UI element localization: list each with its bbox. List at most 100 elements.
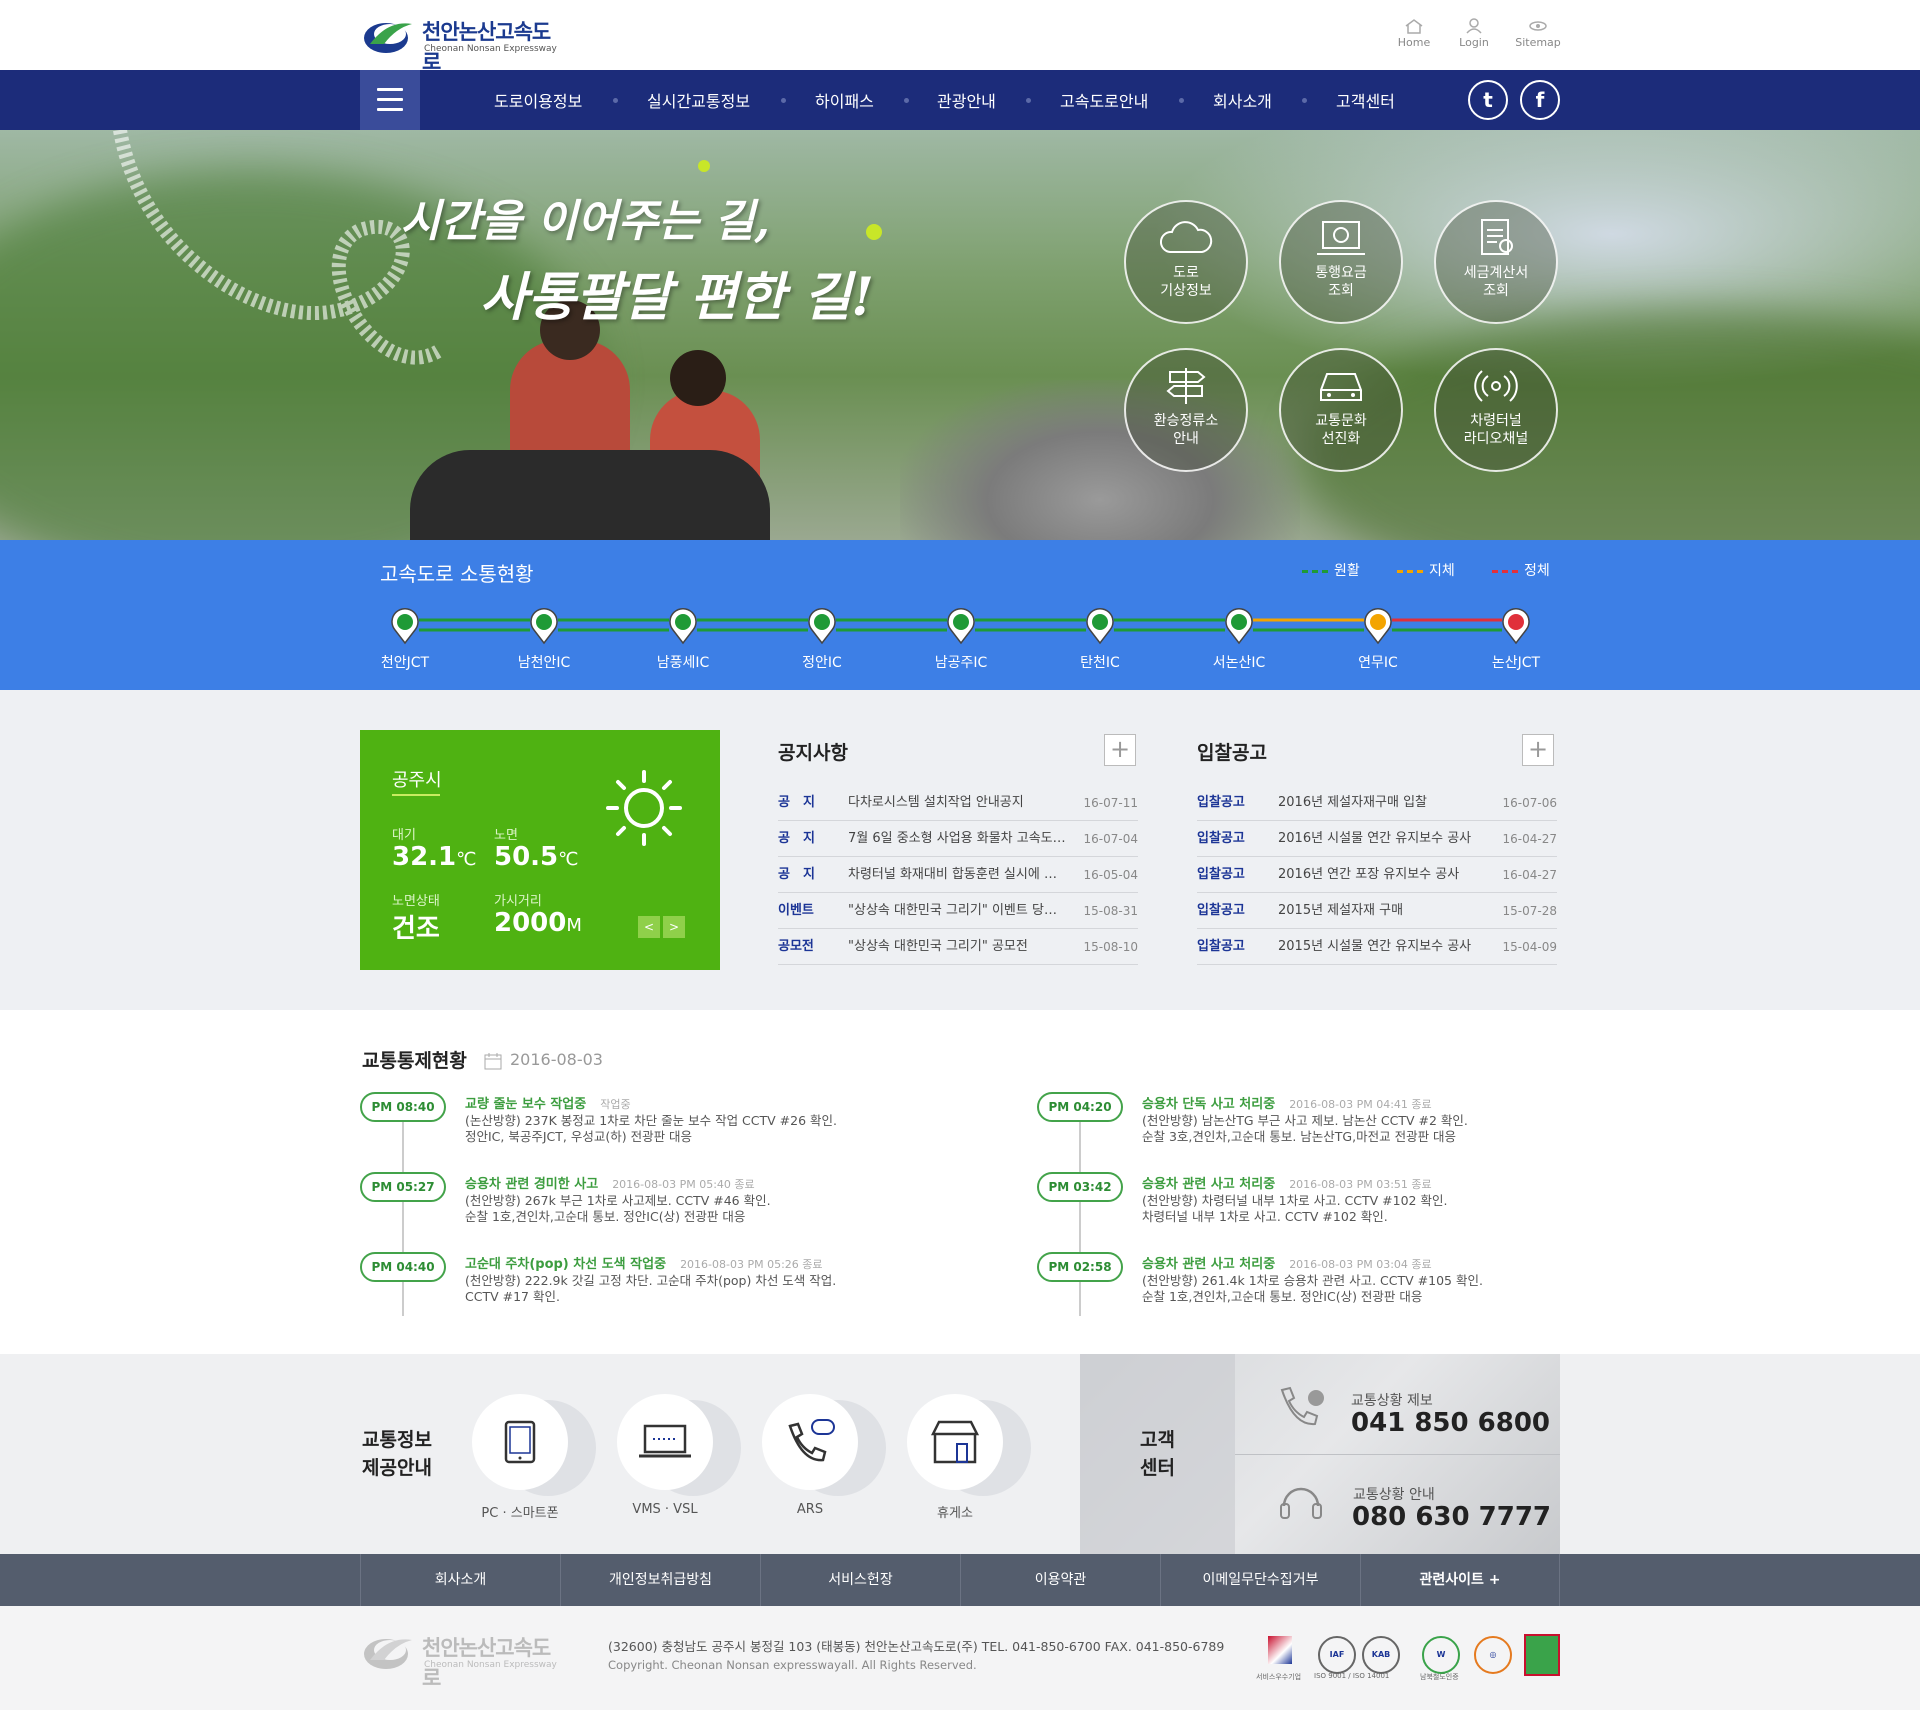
- row-subject: 2015년 제설자재 구매: [1278, 903, 1404, 918]
- ic-label[interactable]: 논산JCT: [1466, 652, 1566, 672]
- ic-label[interactable]: 탄천IC: [1050, 652, 1150, 672]
- quick-tunnel-radio[interactable]: 차령터널 라디오채널: [1434, 348, 1558, 472]
- control-item-status: 2016-08-03 PM 03:51 종료: [1289, 1178, 1432, 1191]
- safety-cert-icon: ◎: [1474, 1636, 1512, 1674]
- control-item-detail: 순찰 3호,견인차,고순대 통보. 남논산TG,마전교 전광판 대응: [1142, 1129, 1457, 1144]
- notice-row[interactable]: 공 지 다차로시스템 설치작업 안내공지 16-07-11: [778, 785, 1138, 821]
- row-category: 입찰공고: [1197, 795, 1245, 810]
- nav-item-company[interactable]: 회사소개: [1213, 88, 1272, 112]
- facebook-icon[interactable]: f: [1520, 80, 1560, 120]
- time-badge: PM 04:40: [360, 1252, 446, 1282]
- ic-label[interactable]: 서논산IC: [1189, 652, 1289, 672]
- row-category: 공 지: [778, 867, 815, 882]
- control-item-detail: (천안방향) 남논산TG 부근 사고 제보. 남논산 CCTV #2 확인.: [1142, 1113, 1468, 1128]
- footer-link-company[interactable]: 회사소개: [360, 1554, 560, 1606]
- quick-label: 교통문화: [1315, 413, 1367, 429]
- control-item[interactable]: 교량 줄눈 보수 작업중 작업중 (논산방향) 237K 봉정교 1차로 차단 줄눈…: [465, 1096, 865, 1145]
- ic-marker[interactable]: [1364, 607, 1392, 645]
- quick-label: 조회: [1328, 283, 1354, 299]
- bid-title: 입찰공고: [1197, 742, 1267, 764]
- row-category: 이벤트: [778, 903, 814, 918]
- row-category: 입찰공고: [1197, 867, 1245, 882]
- ic-marker[interactable]: [669, 607, 697, 645]
- footer: 천안논산고속도로 Cheonan Nonsan Expressway (3260…: [0, 1606, 1920, 1710]
- city-underline: [392, 794, 440, 796]
- bid-row[interactable]: 입찰공고 2016년 연간 포장 유지보수 공사 16-04-27: [1197, 857, 1557, 893]
- vms-vsl-button[interactable]: [617, 1394, 713, 1490]
- row-date: 15-04-09: [1502, 940, 1557, 954]
- ic-marker[interactable]: [947, 607, 975, 645]
- bid-row[interactable]: 입찰공고 2015년 시설물 연간 유지보수 공사 15-04-09: [1197, 929, 1557, 965]
- site-logo[interactable]: 천안논산고속도로 Cheonan Nonsan Expressway: [362, 12, 562, 74]
- ic-label[interactable]: 남풍세IC: [633, 652, 733, 672]
- footer-link-service[interactable]: 서비스헌장: [760, 1554, 960, 1606]
- weather-prev-button[interactable]: <: [638, 916, 660, 938]
- ic-marker[interactable]: [530, 607, 558, 645]
- invoice-icon: [1481, 219, 1513, 255]
- bid-row[interactable]: 입찰공고 2016년 시설물 연간 유지보수 공사 16-04-27: [1197, 821, 1557, 857]
- ic-label[interactable]: 남천안IC: [494, 652, 594, 672]
- notice-row[interactable]: 공 지 7월 6일 중소형 사업용 화물차 고속도 ... 16-07-04: [778, 821, 1138, 857]
- ic-label[interactable]: 남공주IC: [911, 652, 1011, 672]
- bid-row[interactable]: 입찰공고 2016년 제설자재구매 입찰 16-07-06: [1197, 785, 1557, 821]
- notice-row[interactable]: 공모전 "상상속 대한민국 그리기" 공모전 15-08-10: [778, 929, 1138, 965]
- guide-phone[interactable]: 080 630 7777: [1352, 1502, 1551, 1532]
- home-label: Home: [1397, 36, 1431, 49]
- notice-more-button[interactable]: +: [1104, 734, 1136, 766]
- ic-marker[interactable]: [1502, 607, 1530, 645]
- quick-toll-fee[interactable]: 통행요금 조회: [1279, 200, 1403, 324]
- quick-transfer-stop[interactable]: 환승정류소 안내: [1124, 348, 1248, 472]
- footer-link-privacy[interactable]: 개인정보취급방침: [560, 1554, 760, 1606]
- nav-item-realtime[interactable]: 실시간교통정보: [647, 88, 750, 112]
- rest-area-button[interactable]: [907, 1394, 1003, 1490]
- status-dot: [1092, 614, 1108, 630]
- ic-label[interactable]: 연무IC: [1328, 652, 1428, 672]
- car-icon: [1320, 373, 1362, 401]
- nav-item-tourism[interactable]: 관광안내: [937, 88, 996, 112]
- ic-marker[interactable]: [808, 607, 836, 645]
- home-link[interactable]: Home: [1384, 18, 1444, 49]
- footer-related-sites[interactable]: 관련사이트 +: [1360, 1554, 1560, 1606]
- info-label: VMS · VSL: [632, 1502, 698, 1517]
- nav-item-road-info[interactable]: 도로이용정보: [494, 88, 582, 112]
- cs-divider: [1235, 1454, 1560, 1455]
- ic-label[interactable]: 천안JCT: [355, 652, 455, 672]
- ic-marker[interactable]: [1225, 607, 1253, 645]
- nav-item-hipass[interactable]: 하이패스: [815, 88, 874, 112]
- ic-marker[interactable]: [391, 607, 419, 645]
- nav-item-expressway[interactable]: 고속도로안내: [1060, 88, 1148, 112]
- ars-button[interactable]: [762, 1394, 858, 1490]
- weather-next-button[interactable]: >: [663, 916, 685, 938]
- ic-label[interactable]: 정안IC: [772, 652, 872, 672]
- bid-row[interactable]: 입찰공고 2015년 제설자재 구매 15-07-28: [1197, 893, 1557, 929]
- notice-row[interactable]: 공 지 차령터널 화재대비 합동훈련 실시에 따 ... 16-05-04: [778, 857, 1138, 893]
- control-item[interactable]: 고순대 주차(pop) 차선 도색 작업중 2016-08-03 PM 05:26…: [465, 1256, 865, 1305]
- pc-smartphone-button[interactable]: [472, 1394, 568, 1490]
- footer-link-email[interactable]: 이메일무단수집거부: [1160, 1554, 1360, 1606]
- footer-nav: 회사소개 개인정보취급방침 서비스헌장 이용약관 이메일무단수집거부 관련사이트…: [0, 1554, 1920, 1606]
- notice-row[interactable]: 이벤트 "상상속 대한민국 그리기" 이벤트 당첨 ... 15-08-31: [778, 893, 1138, 929]
- film-strip-decoration: [113, 130, 444, 365]
- sitemap-link[interactable]: Sitemap: [1508, 18, 1568, 49]
- quick-road-weather[interactable]: 도로 기상정보: [1124, 200, 1248, 324]
- twitter-icon[interactable]: t: [1468, 80, 1508, 120]
- status-dot: [1231, 614, 1247, 630]
- quick-traffic-culture[interactable]: 교통문화 선진화: [1279, 348, 1403, 472]
- control-item[interactable]: 승용차 단독 사고 처리중 2016-08-03 PM 04:41 종료 (천안방향…: [1142, 1096, 1542, 1145]
- headset-icon: [1280, 1487, 1322, 1519]
- time-badge: PM 05:27: [360, 1172, 446, 1202]
- row-category: 공모전: [778, 939, 814, 954]
- control-item[interactable]: 승용차 관련 사고 처리중 2016-08-03 PM 03:04 종료 (천안방향…: [1142, 1256, 1542, 1305]
- ic-marker[interactable]: [1086, 607, 1114, 645]
- footer-link-terms[interactable]: 이용약관: [960, 1554, 1160, 1606]
- control-item[interactable]: 승용차 관련 사고 처리중 2016-08-03 PM 03:51 종료 (천안방향…: [1142, 1176, 1542, 1225]
- control-item[interactable]: 승용차 관련 경미한 사고 2016-08-03 PM 05:40 종료 (천안방향…: [465, 1176, 865, 1225]
- nav-item-customer[interactable]: 고객센터: [1336, 88, 1395, 112]
- hamburger-menu-button[interactable]: [360, 70, 420, 130]
- bid-more-button[interactable]: +: [1522, 734, 1554, 766]
- login-link[interactable]: Login: [1444, 18, 1504, 49]
- report-phone[interactable]: 041 850 6800: [1351, 1408, 1550, 1438]
- logo-mark-icon: [364, 23, 412, 53]
- quick-tax-invoice[interactable]: 세금계산서 조회: [1434, 200, 1558, 324]
- row-date: 15-08-10: [1083, 940, 1138, 954]
